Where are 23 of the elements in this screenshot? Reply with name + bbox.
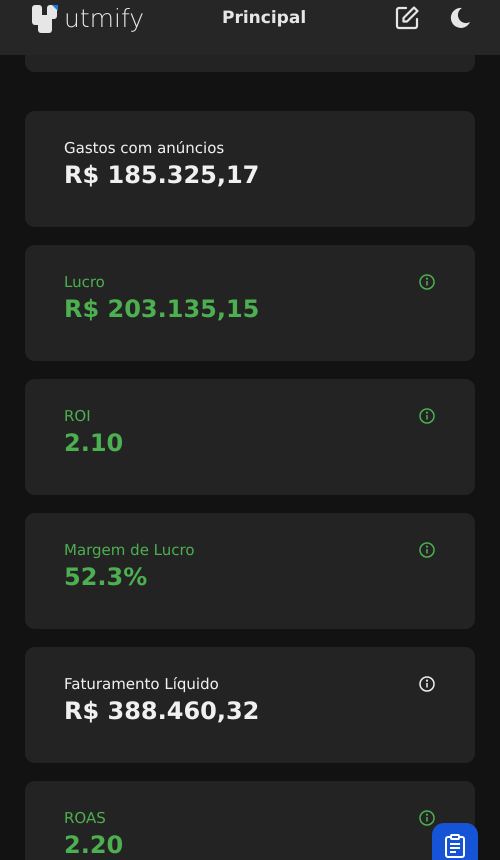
logo-text: utmify <box>64 4 144 33</box>
info-icon[interactable] <box>419 542 435 558</box>
page-title: Principal <box>222 8 308 28</box>
clipboard-button[interactable] <box>432 823 478 860</box>
info-icon[interactable] <box>419 408 435 424</box>
metric-value: R$ 388.460,32 <box>64 697 260 725</box>
metric-value: R$ 185.325,17 <box>64 161 260 189</box>
clipboard-icon <box>444 834 466 858</box>
edit-icon[interactable] <box>394 4 420 30</box>
metric-label: ROI <box>64 407 91 425</box>
metric-label: Lucro <box>64 273 105 291</box>
metric-value: 52.3% <box>64 563 148 591</box>
metric-value: 2.20 <box>64 831 124 859</box>
info-icon[interactable] <box>419 810 435 826</box>
metric-label: Margem de Lucro <box>64 541 195 559</box>
metric-value: R$ 203.135,15 <box>64 295 260 323</box>
metric-label: Gastos com anúncios <box>64 139 224 157</box>
metric-label: Faturamento Líquido <box>64 675 219 693</box>
metric-label: ROAS <box>64 809 106 827</box>
logo-icon <box>32 4 58 32</box>
metric-value: 2.10 <box>64 429 124 457</box>
info-icon[interactable] <box>419 274 435 290</box>
moon-icon[interactable] <box>448 6 472 30</box>
